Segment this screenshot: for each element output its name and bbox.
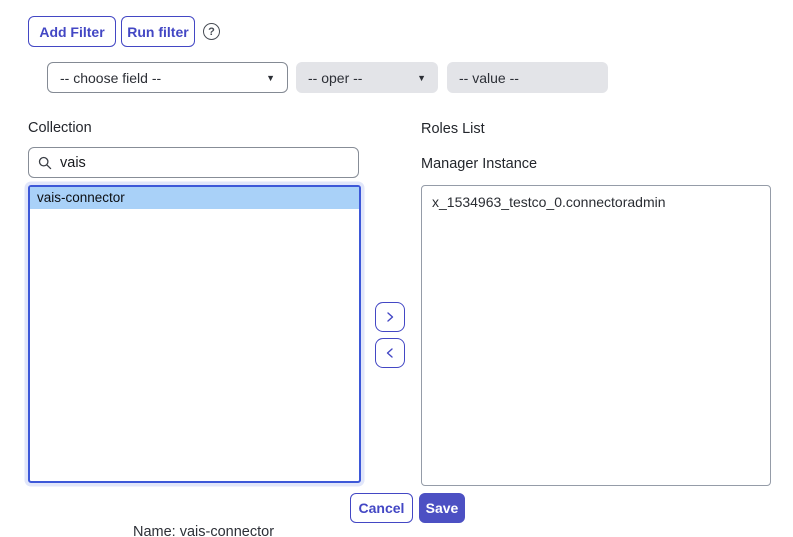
roles-list-item[interactable]: x_1534963_testco_0.connectoradmin <box>422 186 770 218</box>
collection-search <box>28 147 359 178</box>
record-name-text: Name: vais-connector <box>133 524 274 537</box>
collection-list-item[interactable]: vais-connector <box>30 187 359 209</box>
collection-label: Collection <box>28 120 92 136</box>
operator-select[interactable]: -- oper -- ▼ <box>296 62 438 93</box>
run-filter-button[interactable]: Run filter <box>121 16 195 47</box>
roles-listbox[interactable]: x_1534963_testco_0.connectoradmin <box>421 185 771 486</box>
move-right-button[interactable] <box>375 302 405 332</box>
chevron-right-icon <box>384 311 396 323</box>
move-left-button[interactable] <box>375 338 405 368</box>
save-button[interactable]: Save <box>419 493 465 523</box>
magnifier-icon <box>38 156 52 170</box>
value-field[interactable]: -- value -- <box>447 62 608 93</box>
collection-search-input[interactable] <box>52 148 358 177</box>
cancel-button[interactable]: Cancel <box>350 493 413 523</box>
field-select-value: -- choose field -- <box>60 70 161 86</box>
value-field-text: -- value -- <box>459 70 519 86</box>
manager-instance-label: Manager Instance <box>421 156 537 172</box>
operator-select-value: -- oper -- <box>308 70 362 86</box>
collection-listbox[interactable]: vais-connector <box>28 185 361 483</box>
chevron-left-icon <box>384 347 396 359</box>
help-circle-icon[interactable]: ? <box>203 23 220 40</box>
add-filter-button[interactable]: Add Filter <box>28 16 116 47</box>
field-select[interactable]: -- choose field -- ▼ <box>47 62 288 93</box>
roles-list-label: Roles List <box>421 121 485 137</box>
chevron-down-icon: ▼ <box>417 73 426 83</box>
role-filter-dialog: Add Filter Run filter ? -- choose field … <box>0 0 793 537</box>
chevron-down-icon: ▼ <box>266 73 275 83</box>
